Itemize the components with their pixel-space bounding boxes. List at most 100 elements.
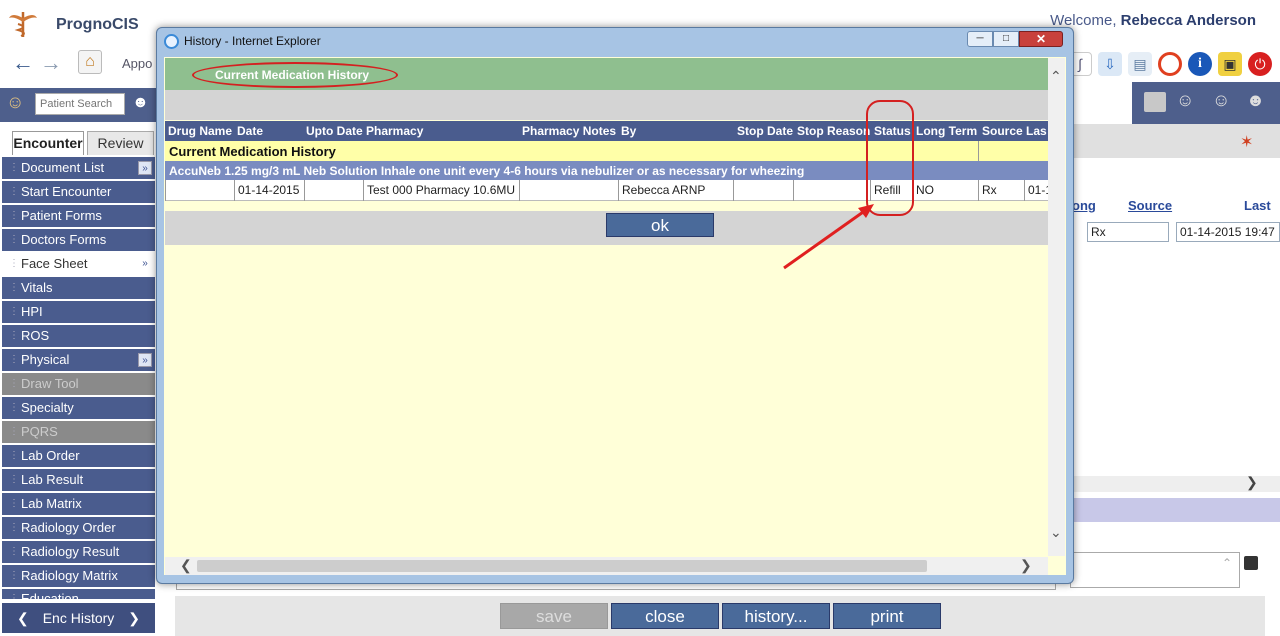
bottom-action-bar [175, 596, 1265, 636]
cell-pharmacy-notes [519, 180, 618, 201]
home-icon[interactable]: ⌂ [78, 50, 102, 74]
info-icon[interactable]: i [1188, 52, 1212, 76]
column-header-pharmacy: Pharmacy [366, 124, 424, 138]
column-header-stop-reason: Stop Reason [797, 124, 871, 138]
sidebar-item-vitals[interactable]: ⋮ Vitals [2, 277, 155, 299]
cell-long-term: NO [912, 180, 978, 201]
encounter-sidebar: ⋮ Document List» ⋮ Start Encounter ⋮ Patien… [2, 157, 155, 601]
window-title: History - Internet Explorer [184, 34, 321, 48]
next-chevron-icon[interactable]: ❯ [128, 610, 140, 627]
scroll-up-arrow-icon[interactable]: ⌃ [1050, 68, 1062, 85]
drag-grip-icon: ⋮ [9, 162, 19, 173]
expand-chevron-icon[interactable]: » [138, 353, 152, 367]
sidebar-item-label: Document List [21, 160, 105, 175]
sidebar-item-pqrs: ⋮ PQRS [2, 421, 155, 443]
sidebar-item-label: Lab Order [21, 448, 80, 463]
toolbar-strip [165, 90, 1048, 120]
drag-grip-icon: ⋮ [9, 330, 19, 341]
lifebuoy-icon[interactable] [1158, 52, 1182, 76]
background-notes-field[interactable] [1070, 552, 1240, 588]
cell-source: Rx [978, 180, 1024, 201]
scroll-right-arrow-icon[interactable]: ❯ [1020, 557, 1032, 574]
user-edit-icon[interactable]: ☺ [1212, 90, 1230, 111]
minimize-button[interactable]: ─ [967, 31, 993, 47]
back-arrow-icon[interactable]: ← [12, 52, 34, 74]
drag-grip-icon: ⋮ [9, 282, 19, 293]
close-button[interactable]: close [611, 603, 719, 629]
patients-group-icon[interactable]: ☻ [132, 94, 149, 112]
sidebar-item-lab-order[interactable]: ⋮ Lab Order [2, 445, 155, 467]
expand-chevron-icon[interactable]: » [138, 257, 152, 271]
binoculars-icon[interactable] [1244, 556, 1258, 570]
close-window-button[interactable]: ✕ [1019, 31, 1063, 47]
drag-grip-icon: ⋮ [9, 210, 19, 221]
sidebar-item-radiology-matrix[interactable]: ⋮ Radiology Matrix [2, 565, 155, 587]
column-header-upto-date: Upto Date [306, 124, 363, 138]
horizontal-scroll-thumb[interactable] [197, 560, 927, 572]
drag-grip-icon: ⋮ [9, 498, 19, 509]
patient-card-icon[interactable]: ☺ [6, 92, 28, 116]
enc-history-label[interactable]: Enc History [43, 610, 115, 626]
last-date-cell: 01-14-2015 19:47 [1176, 222, 1280, 242]
drag-grip-icon: ⋮ [9, 258, 19, 269]
scroll-left-arrow-icon[interactable]: ❮ [180, 557, 192, 574]
lock-icon[interactable]: ▣ [1218, 52, 1242, 76]
users-network-icon[interactable]: ☻ [1246, 90, 1265, 111]
sidebar-item-physical[interactable]: ⋮ Physical » [2, 349, 155, 371]
sidebar-item-ros[interactable]: ⋮ ROS [2, 325, 155, 347]
sidebar-item-hpi[interactable]: ⋮ HPI [2, 301, 155, 323]
scroll-down-arrow-icon[interactable]: ⌄ [1050, 524, 1062, 541]
tab-review[interactable]: Review [87, 131, 154, 155]
sidebar-item-education[interactable]: ⋮ Education [2, 589, 155, 599]
download-icon[interactable]: ⇩ [1098, 52, 1122, 76]
column-header-by: By [621, 124, 637, 138]
sidebar-item-radiology-result[interactable]: ⋮ Radiology Result [2, 541, 155, 563]
caduceus-logo-icon [9, 12, 37, 37]
scroll-up-down-icon[interactable]: ⌃ [1222, 556, 1232, 570]
sidebar-item-document-list[interactable]: ⋮ Document List » [2, 157, 155, 179]
vertical-scrollbar[interactable] [1048, 58, 1065, 556]
drag-grip-icon: ⋮ [9, 306, 19, 317]
sidebar-item-lab-result[interactable]: ⋮ Lab Result [2, 469, 155, 491]
printer-icon[interactable] [1144, 92, 1166, 112]
sidebar-item-face-sheet[interactable]: ⋮ Face Sheet » [2, 253, 155, 275]
sidebar-item-radiology-order[interactable]: ⋮ Radiology Order [2, 517, 155, 539]
tab-encounter[interactable]: Encounter [12, 131, 84, 155]
column-header-long-term[interactable]: ong [1072, 198, 1096, 213]
sidebar-item-start-encounter[interactable]: ⋮ Start Encounter [2, 181, 155, 203]
sidebar-item-lab-matrix[interactable]: ⋮ Lab Matrix [2, 493, 155, 515]
lifebuoy-small-icon[interactable]: ✶ [1240, 132, 1253, 152]
drug-description: AccuNeb 1.25 mg/3 mL Neb Solution Inhale… [169, 164, 805, 178]
history-button[interactable]: history... [722, 603, 830, 629]
power-icon[interactable]: ⏻ [1248, 52, 1272, 76]
user-doctor-icon[interactable]: ☺ [1176, 90, 1194, 111]
cell-date: 01-14-2015 [234, 180, 304, 201]
nav-appointments-link[interactable]: Appo [122, 56, 152, 71]
sidebar-item-patient-forms[interactable]: ⋮ Patient Forms [2, 205, 155, 227]
sidebar-item-label: Radiology Result [21, 544, 120, 559]
print-button[interactable]: print [833, 603, 941, 629]
expand-chevron-icon[interactable]: » [138, 161, 152, 175]
sidebar-item-label: Start Encounter [21, 184, 112, 199]
scroll-right-arrow-icon[interactable]: ❯ [1246, 474, 1258, 491]
sidebar-item-doctors-forms[interactable]: ⋮ Doctors Forms [2, 229, 155, 251]
sidebar-item-label: Radiology Matrix [21, 568, 118, 583]
documents-icon[interactable]: ▤ [1128, 52, 1152, 76]
forward-arrow-icon[interactable]: → [40, 52, 62, 74]
sidebar-item-label: HPI [21, 304, 43, 319]
column-header-date: Date [237, 124, 264, 138]
column-header-last[interactable]: Last [1244, 198, 1271, 213]
column-header-source[interactable]: Source [1128, 198, 1172, 213]
patient-search-input[interactable] [35, 93, 125, 115]
column-header-long-term: Long Term [916, 124, 978, 138]
drag-grip-icon: ⋮ [9, 593, 19, 599]
drag-grip-icon: ⋮ [9, 570, 19, 581]
drag-grip-icon: ⋮ [9, 402, 19, 413]
maximize-button[interactable]: □ [993, 31, 1019, 47]
sidebar-item-label: Patient Forms [21, 208, 102, 223]
ok-button[interactable]: ok [606, 213, 714, 237]
sidebar-item-specialty[interactable]: ⋮ Specialty [2, 397, 155, 419]
background-lavender-band [1070, 498, 1280, 522]
previous-chevron-icon[interactable]: ❮ [17, 610, 29, 627]
sidebar-item-label: PQRS [21, 424, 58, 439]
